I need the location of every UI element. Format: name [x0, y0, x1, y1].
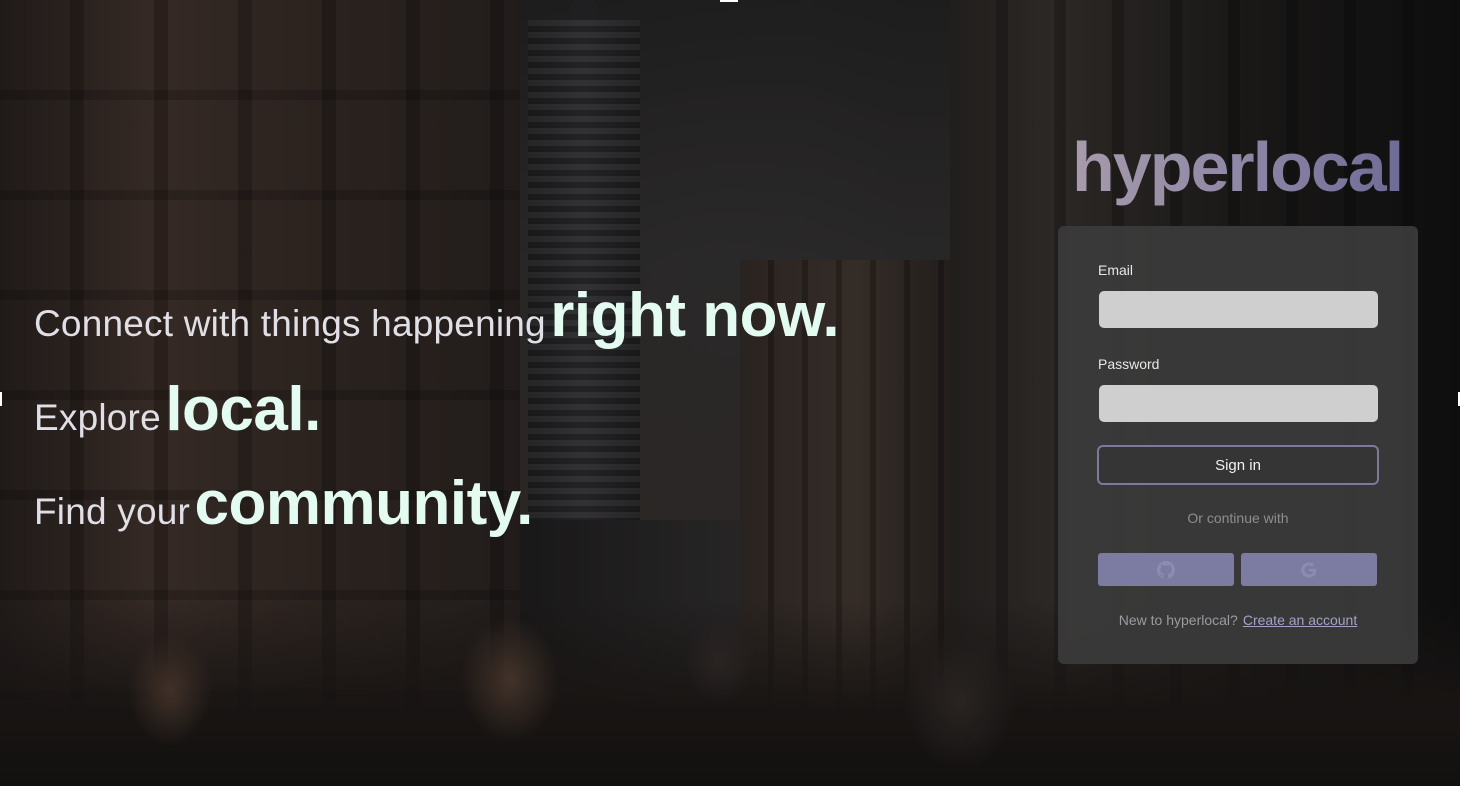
- github-icon: [1157, 560, 1175, 579]
- sign-in-button[interactable]: Sign in: [1097, 445, 1379, 485]
- password-field[interactable]: [1099, 385, 1378, 422]
- hero-line-1-emphasis: right now.: [550, 281, 840, 350]
- brand-logo: hyperlocal: [1072, 122, 1404, 212]
- email-field[interactable]: [1099, 291, 1378, 328]
- github-sign-in-button[interactable]: [1098, 553, 1234, 586]
- hero-line-1-lead: Connect with things happening: [34, 303, 546, 344]
- hero-line-3-emphasis: community.: [194, 469, 534, 538]
- create-account-link[interactable]: Create an account: [1243, 612, 1357, 628]
- login-card: Email Password Sign in Or continue with …: [1058, 226, 1418, 664]
- signup-prompt: New to hyperlocal? Create an account: [1058, 612, 1418, 628]
- hero-line-1: Connect with things happening right now.: [34, 276, 840, 370]
- hero-line-2-lead: Explore: [34, 397, 161, 438]
- hero-line-2: Explore local.: [34, 370, 839, 464]
- hero-tagline: Connect with things happening right now.…: [34, 276, 840, 558]
- google-sign-in-button[interactable]: [1241, 553, 1377, 586]
- hero-line-3: Find your community.: [34, 464, 839, 558]
- password-label: Password: [1098, 356, 1160, 372]
- or-continue-with-text: Or continue with: [1187, 510, 1289, 526]
- google-icon: [1300, 561, 1318, 579]
- frame-marker-top: [720, 0, 738, 2]
- hero-line-3-lead: Find your: [34, 491, 191, 532]
- frame-marker-left: [0, 392, 2, 406]
- email-label: Email: [1098, 262, 1134, 278]
- hero-line-2-emphasis: local.: [165, 375, 321, 444]
- signup-prompt-text: New to hyperlocal?: [1118, 612, 1238, 628]
- login-page: Connect with things happening right now.…: [0, 0, 1460, 786]
